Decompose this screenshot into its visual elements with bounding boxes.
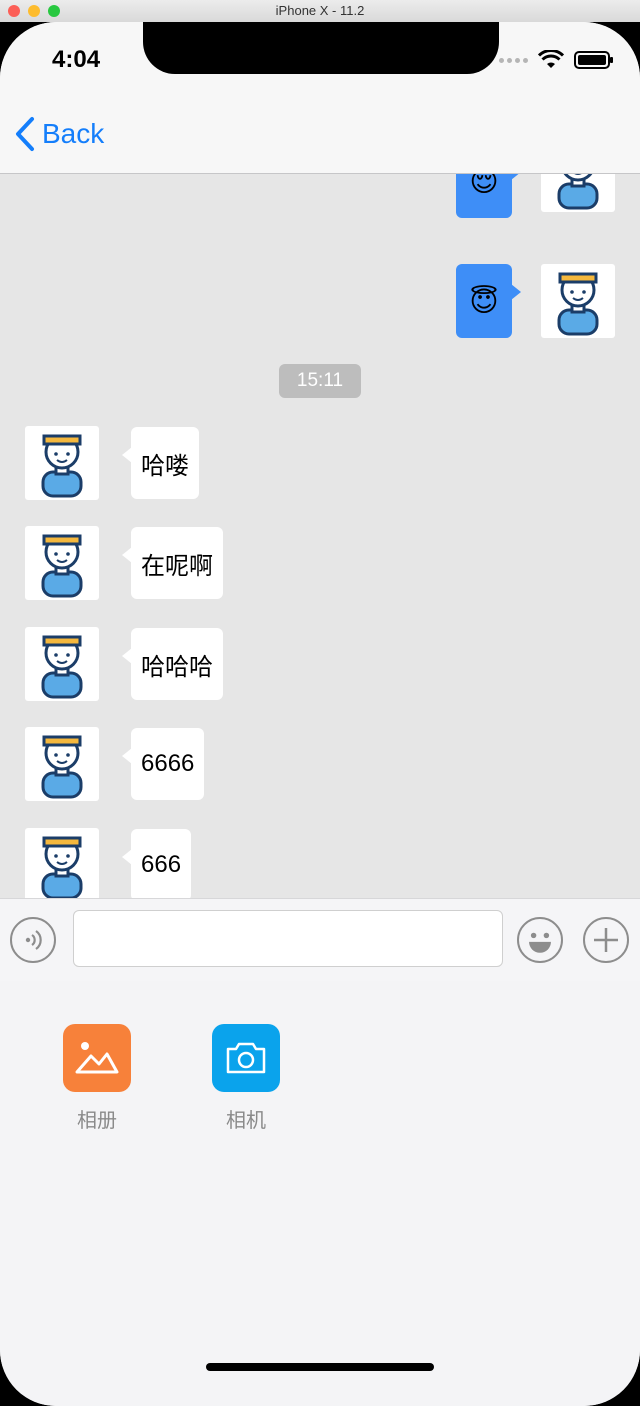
message-input[interactable] — [73, 910, 503, 967]
navigation-bar: 4:04 Back — [0, 22, 640, 174]
incoming-message-bubble[interactable]: 666 — [121, 829, 192, 898]
camera-icon — [212, 1024, 280, 1092]
attachment-panel: 相册 相机 — [0, 981, 640, 1406]
avatar[interactable] — [541, 264, 615, 338]
signal-icon — [499, 57, 528, 63]
smiley-icon — [529, 932, 551, 953]
camera-option[interactable]: 相机 — [210, 1024, 282, 1133]
status-icons — [499, 50, 614, 70]
user-avatar-icon — [557, 272, 599, 336]
emoji-button[interactable] — [517, 917, 563, 963]
chat-messages[interactable]: 😌 😇 15:11 哈喽 在呢啊 哈哈哈 6666 666 — [0, 174, 640, 898]
message-timestamp: 15:11 — [279, 364, 361, 398]
album-label: 相册 — [77, 1110, 117, 1132]
avatar[interactable] — [25, 727, 99, 801]
user-avatar-icon — [41, 635, 83, 699]
incoming-message-bubble[interactable]: 在呢啊 — [122, 527, 223, 599]
avatar[interactable] — [25, 627, 99, 701]
plus-icon — [594, 928, 618, 952]
incoming-message-bubble[interactable]: 哈哈哈 — [122, 628, 223, 700]
voice-button[interactable] — [10, 917, 56, 963]
album-option[interactable]: 相册 — [61, 1024, 133, 1133]
voice-icon — [25, 930, 42, 950]
back-button-label: Back — [42, 118, 105, 149]
photo-icon — [63, 1024, 131, 1092]
outgoing-message-bubble[interactable]: 😌 — [456, 174, 521, 218]
avatar[interactable] — [541, 174, 615, 212]
more-button[interactable] — [583, 917, 629, 963]
status-time: 4:04 — [52, 46, 101, 73]
simulator-title-bar: iPhone X - 11.2 — [0, 0, 640, 23]
user-avatar-icon — [41, 735, 83, 799]
avatar[interactable] — [25, 526, 99, 600]
user-avatar-icon — [41, 534, 83, 598]
battery-icon — [574, 51, 613, 69]
emoji-message: 😌 — [469, 174, 499, 197]
user-avatar-icon — [557, 174, 599, 210]
back-button[interactable]: Back — [14, 116, 104, 152]
home-indicator[interactable] — [206, 1363, 434, 1371]
incoming-message-bubble[interactable]: 6666 — [121, 728, 205, 800]
chevron-left-icon — [16, 117, 34, 151]
user-avatar-icon — [41, 836, 83, 898]
emoji-message: 😇 — [469, 285, 499, 317]
user-avatar-icon — [41, 434, 83, 498]
avatar[interactable] — [25, 426, 99, 500]
outgoing-message-bubble[interactable]: 😇 — [456, 264, 521, 338]
avatar[interactable] — [25, 828, 99, 898]
incoming-message-bubble[interactable]: 哈喽 — [122, 427, 199, 499]
wifi-icon — [538, 50, 564, 68]
camera-label: 相机 — [226, 1110, 266, 1132]
message-input-bar — [0, 898, 640, 982]
device-notch — [143, 22, 499, 74]
window-title: iPhone X - 11.2 — [275, 3, 365, 18]
phone-screen: 4:04 Back 😌 😇 15:11 哈喽 在呢啊 哈哈哈 6666 666 … — [0, 22, 640, 1406]
